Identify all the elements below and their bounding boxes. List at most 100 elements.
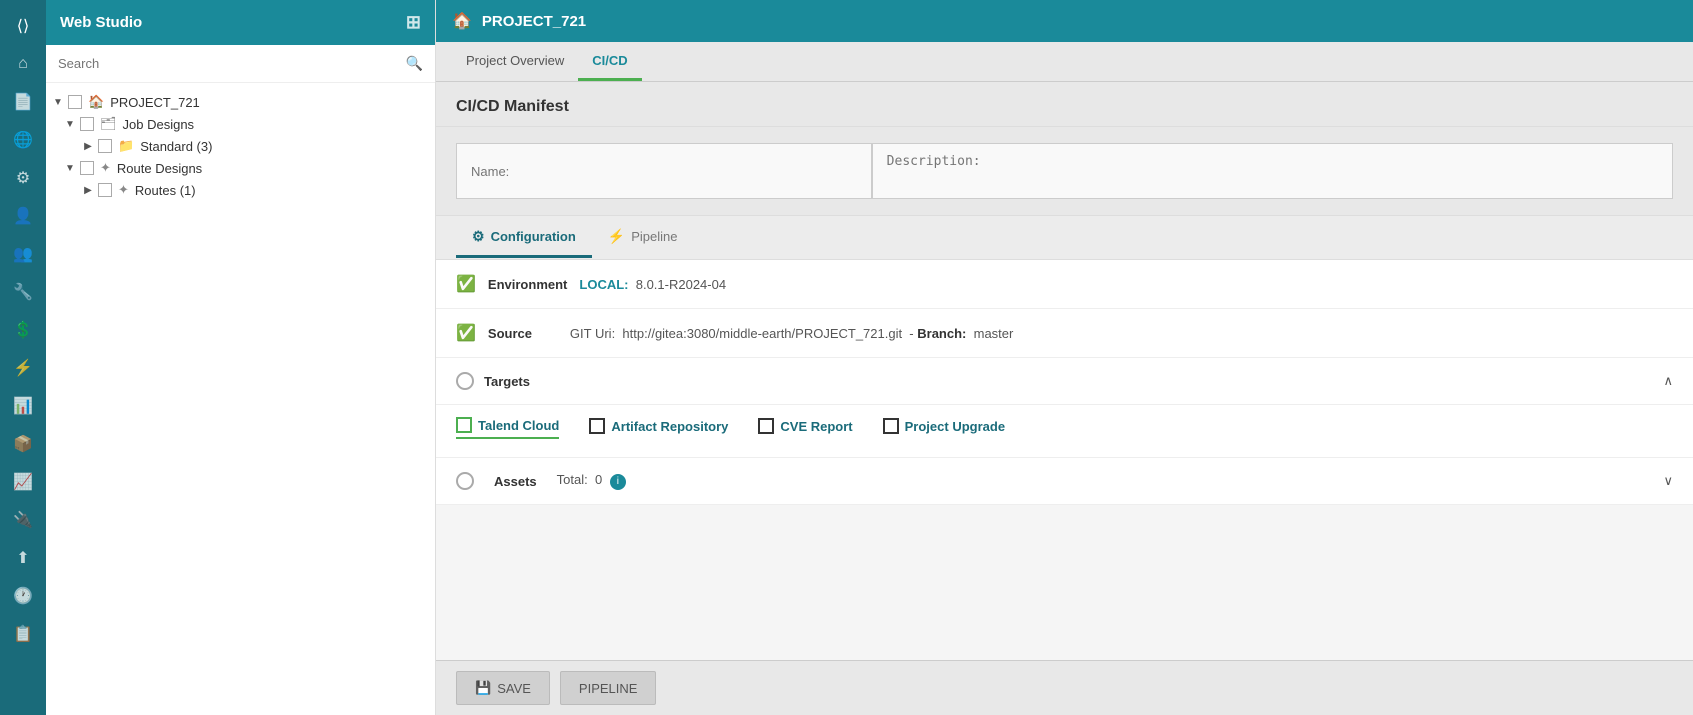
environment-row: ✅ Environment LOCAL: 8.0.1-R2024-04 (436, 260, 1693, 309)
target-talend-cloud[interactable]: Talend Cloud (456, 417, 559, 439)
globe-icon[interactable]: 🌐 (7, 124, 39, 156)
clock-icon[interactable]: 🕐 (7, 580, 39, 612)
source-label: Source (488, 326, 558, 341)
tree-item-job-designs[interactable]: ▼ 🗂 Job Designs (46, 113, 435, 135)
tree-item-route-designs[interactable]: ▼ ✦ Route Designs (46, 157, 435, 179)
tab-project-overview[interactable]: Project Overview (452, 43, 578, 81)
search-input[interactable] (58, 56, 398, 71)
save-label: SAVE (497, 681, 531, 696)
arrow-icon: ▶ (82, 141, 94, 152)
assets-circle[interactable] (456, 472, 474, 490)
folder-icon: 🗂 (100, 116, 117, 132)
target-cve-report[interactable]: CVE Report (758, 417, 852, 439)
tab-pipeline[interactable]: ⚡ Pipeline (592, 218, 694, 258)
target-project-upgrade[interactable]: Project Upgrade (883, 417, 1005, 439)
source-row: ✅ Source GIT Uri: http://gitea:3080/midd… (436, 309, 1693, 358)
chart-icon[interactable]: 📊 (7, 390, 39, 422)
save-button[interactable]: 💾 SAVE (456, 671, 550, 705)
git-label: GIT Uri: (570, 326, 615, 341)
sidebar-search-bar: 🔍 (46, 45, 435, 83)
main-header: 🏠 PROJECT_721 (436, 0, 1693, 42)
routes-checkbox[interactable] (98, 183, 112, 197)
project-name-label: PROJECT_721 (482, 13, 586, 30)
gear-icon[interactable]: ⚙ (7, 162, 39, 194)
route-icon: ✦ (118, 182, 129, 198)
targets-row: Targets ∧ (436, 358, 1693, 405)
targets-label: Targets (484, 374, 530, 389)
artifact-repo-checkbox[interactable] (589, 418, 605, 434)
env-version: 8.0.1-R2024-04 (636, 277, 726, 292)
cards-section: ✅ Environment LOCAL: 8.0.1-R2024-04 ✅ So… (436, 260, 1693, 505)
package-icon[interactable]: 📦 (7, 428, 39, 460)
tree-item-standard[interactable]: ▶ 📁 Standard (3) (46, 135, 435, 157)
branch-label: Branch: (917, 326, 966, 341)
document-icon[interactable]: 📄 (7, 86, 39, 118)
name-input[interactable] (456, 143, 872, 199)
sidebar-expand-icon[interactable]: ⊞ (406, 12, 421, 33)
save-icon: 💾 (475, 680, 491, 696)
upload-icon[interactable]: ⬆ (7, 542, 39, 574)
collapse-icon[interactable]: ⟨⟩ (7, 10, 39, 42)
description-input[interactable] (872, 143, 1673, 199)
talend-cloud-checkbox[interactable] (456, 417, 472, 433)
project-upgrade-label: Project Upgrade (905, 419, 1005, 434)
job-designs-label: Job Designs (123, 117, 195, 132)
tree-item-project[interactable]: ▼ 🏠 PROJECT_721 (46, 91, 435, 113)
pipeline-button-label: PIPELINE (579, 681, 638, 696)
branch-value: master (974, 326, 1014, 341)
route-icon: ✦ (100, 160, 111, 176)
env-check-icon: ✅ (456, 274, 476, 294)
pipeline-button[interactable]: PIPELINE (560, 671, 657, 705)
arrow-designs-arrow: ▼ (64, 163, 76, 174)
job-designs-checkbox[interactable] (80, 117, 94, 131)
users-icon[interactable]: 👥 (7, 238, 39, 270)
source-check-icon: ✅ (456, 323, 476, 343)
name-desc-row (436, 127, 1693, 216)
assets-collapse-icon[interactable]: ∨ (1663, 473, 1673, 489)
arrow-icon: ▼ (52, 97, 64, 108)
analytics-icon[interactable]: 📈 (7, 466, 39, 498)
targets-collapse-icon[interactable]: ∧ (1663, 373, 1673, 389)
route-designs-label: Route Designs (117, 161, 202, 176)
cve-report-label: CVE Report (780, 419, 852, 434)
lightning-tab-icon: ⚡ (608, 228, 625, 245)
target-artifact-repo[interactable]: Artifact Repository (589, 417, 728, 439)
target-options: Talend Cloud Artifact Repository CVE Rep… (436, 405, 1693, 458)
route-designs-checkbox[interactable] (80, 161, 94, 175)
assets-row: Assets Total: 0 i ∨ (436, 458, 1693, 505)
assets-total: Total: 0 i (557, 472, 626, 490)
standard-checkbox[interactable] (98, 139, 112, 153)
source-value: GIT Uri: http://gitea:3080/middle-earth/… (570, 326, 1013, 341)
env-value: LOCAL: 8.0.1-R2024-04 (579, 277, 726, 292)
main-tabs-row: Project Overview CI/CD (436, 42, 1693, 82)
sidebar-header: Web Studio ⊞ (46, 0, 435, 45)
targets-circle[interactable] (456, 372, 474, 390)
cve-report-checkbox[interactable] (758, 418, 774, 434)
user-icon[interactable]: 👤 (7, 200, 39, 232)
icon-bar: ⟨⟩ ⌂ 📄 🌐 ⚙ 👤 👥 🔧 💲 ⚡ 📊 📦 📈 🔌 ⬆ 🕐 📋 (0, 0, 46, 715)
config-tabs-row: ⚙ Configuration ⚡ Pipeline (436, 216, 1693, 260)
action-bar: 💾 SAVE PIPELINE (436, 660, 1693, 715)
clipboard-icon[interactable]: 📋 (7, 618, 39, 650)
artifact-repo-label: Artifact Repository (611, 419, 728, 434)
home-icon[interactable]: ⌂ (7, 48, 39, 80)
lightning-icon[interactable]: ⚡ (7, 352, 39, 384)
tools-icon[interactable]: 🔧 (7, 276, 39, 308)
plug-icon[interactable]: 🔌 (7, 504, 39, 536)
project-tree: ▼ 🏠 PROJECT_721 ▼ 🗂 Job Designs ▶ 📁 Stan… (46, 83, 435, 715)
dollar-icon[interactable]: 💲 (7, 314, 39, 346)
assets-label: Assets (494, 474, 537, 489)
pipeline-tab-label: Pipeline (631, 229, 677, 244)
assets-info-icon[interactable]: i (610, 474, 626, 490)
tree-item-routes[interactable]: ▶ ✦ Routes (1) (46, 179, 435, 201)
project-checkbox[interactable] (68, 95, 82, 109)
local-badge: LOCAL: (579, 277, 628, 292)
tab-configuration[interactable]: ⚙ Configuration (456, 218, 592, 258)
tab-cicd[interactable]: CI/CD (578, 43, 641, 81)
arrow-icon: ▶ (82, 185, 94, 196)
main-panel: 🏠 PROJECT_721 Project Overview CI/CD CI/… (436, 0, 1693, 715)
search-icon: 🔍 (406, 55, 423, 72)
manifest-title: CI/CD Manifest (436, 82, 1693, 127)
total-label: Total: (557, 472, 588, 487)
project-upgrade-checkbox[interactable] (883, 418, 899, 434)
